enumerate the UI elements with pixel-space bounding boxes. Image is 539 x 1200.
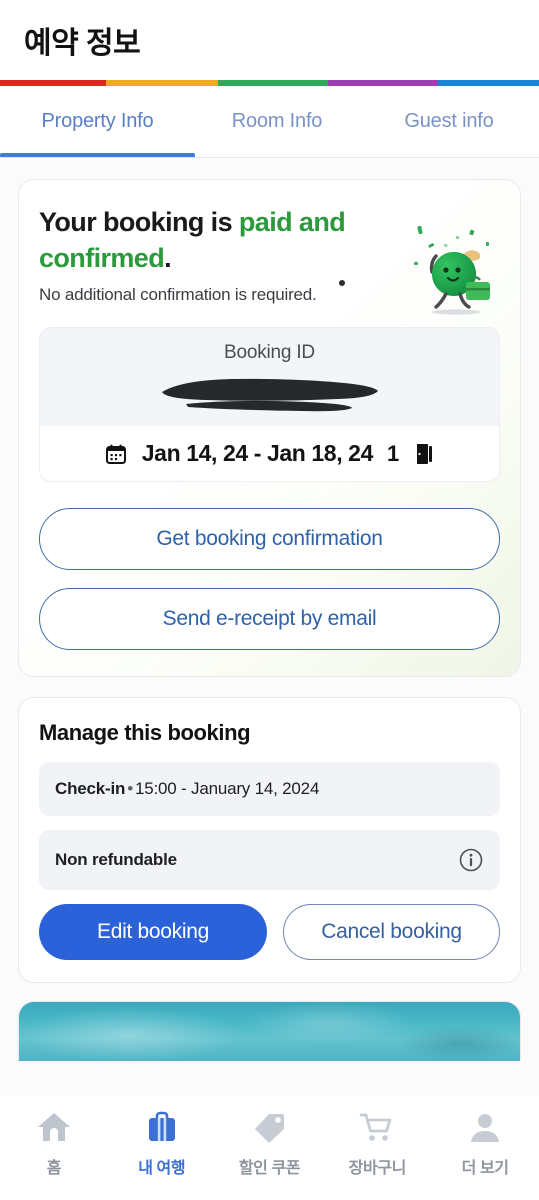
non-refundable-row[interactable]: Non refundable	[39, 830, 500, 891]
send-ereceipt-button[interactable]: Send e-receipt by email	[39, 588, 500, 651]
get-booking-confirmation-button[interactable]: Get booking confirmation	[39, 508, 500, 571]
check-in-value: 15:00 - January 14, 2024	[134, 779, 320, 799]
nav-item-home-label: 홈	[46, 1160, 62, 1177]
booking-dates-row: Jan 14, 24 - Jan 18, 24 1	[40, 426, 499, 482]
tab-property-info[interactable]: Property Info	[0, 86, 195, 157]
non-refundable-label: Non refundable	[55, 850, 177, 870]
nav-item-cart-label: 장바구니	[348, 1160, 407, 1177]
nav-item-my-trips[interactable]: 내 여행	[108, 1109, 216, 1178]
nav-item-coupons[interactable]: 할인 쿠폰	[216, 1109, 324, 1178]
nav-item-more-label: 더 보기	[461, 1160, 509, 1177]
stray-dot-artifact	[339, 280, 345, 286]
nav-item-home[interactable]: 홈	[0, 1109, 108, 1178]
nav-item-coupons-label: 할인 쿠폰	[238, 1160, 301, 1177]
check-in-row[interactable]: Check-in • 15:00 - January 14, 2024	[39, 762, 500, 817]
nav-item-more[interactable]: 더 보기	[431, 1109, 539, 1178]
confirmation-heading-highlight1: paid and	[238, 207, 346, 237]
booking-id-value-redacted	[50, 366, 489, 418]
nav-item-my-trips-label: 내 여행	[138, 1160, 186, 1177]
door-icon	[413, 442, 435, 466]
page-title: 예약 정보	[24, 27, 141, 60]
tag-icon	[255, 1114, 285, 1143]
edit-booking-button[interactable]: Edit booking	[39, 904, 267, 961]
tab-bar: Property Info Room Info Guest info	[0, 86, 539, 158]
nav-item-cart[interactable]: 장바구니	[323, 1109, 431, 1178]
edit-booking-label: Edit booking	[97, 920, 209, 944]
confirmation-heading: Your booking is paid and confirmed.	[39, 204, 439, 276]
app-header: 예약 정보	[0, 0, 539, 80]
booking-date-range: Jan 14, 24 - Jan 18, 24	[141, 440, 374, 467]
booking-id-label: Booking ID	[224, 342, 315, 364]
check-in-text: Check-in • 15:00 - January 14, 2024	[55, 779, 319, 799]
manage-actions: Edit booking Cancel booking	[39, 904, 500, 961]
tab-room-info-label: Room Info	[231, 110, 323, 132]
room-count: 1	[386, 440, 400, 466]
info-circle-icon[interactable]	[458, 847, 484, 873]
tab-room-info[interactable]: Room Info	[195, 86, 359, 157]
confirmation-heading-part1: Your booking is	[39, 207, 239, 237]
manage-booking-title: Manage this booking	[39, 720, 251, 746]
booking-confirmation-card: Your booking is paid and confirmed. No a…	[18, 179, 521, 678]
next-card-preview[interactable]	[18, 1001, 521, 1062]
redaction-scribble-icon	[161, 379, 378, 412]
cancel-booking-label: Cancel booking	[321, 920, 462, 944]
booking-detail-screen: 예약 정보 Property Info Room Info Guest info…	[0, 0, 539, 1200]
confirmation-heading-part2: .	[164, 243, 172, 274]
calendar-icon	[104, 442, 128, 466]
suitcase-icon	[148, 1111, 175, 1141]
ocean-photo	[19, 1002, 520, 1062]
booking-id-block: Booking ID Jan 14, 24 - Jan 18, 24 1	[39, 327, 500, 483]
green-traveler-mascot-icon	[414, 225, 490, 315]
tab-guest-info[interactable]: Guest info	[359, 86, 539, 157]
tab-property-info-label: Property Info	[41, 110, 154, 132]
home-icon	[37, 1113, 70, 1141]
cart-icon	[359, 1113, 392, 1141]
confirmation-heading-highlight2: confirmed	[39, 243, 165, 274]
non-refundable-text: Non refundable	[55, 850, 177, 870]
tab-guest-info-label: Guest info	[404, 110, 494, 132]
send-ereceipt-label: Send e-receipt by email	[162, 607, 377, 631]
scroll-content[interactable]: Your booking is paid and confirmed. No a…	[0, 159, 539, 1095]
check-in-separator: •	[127, 779, 133, 799]
check-in-label: Check-in	[55, 779, 126, 799]
bottom-navigation-bar: 홈 내 여행 할인 쿠폰 장바구니 더 보기	[0, 1095, 539, 1200]
person-icon	[471, 1114, 500, 1142]
get-booking-confirmation-label: Get booking confirmation	[156, 527, 383, 551]
cancel-booking-button[interactable]: Cancel booking	[283, 904, 500, 961]
active-tab-indicator	[0, 153, 195, 157]
booking-id-top: Booking ID	[40, 328, 499, 426]
manage-booking-card: Manage this booking Check-in • 15:00 - Jan…	[18, 697, 521, 984]
